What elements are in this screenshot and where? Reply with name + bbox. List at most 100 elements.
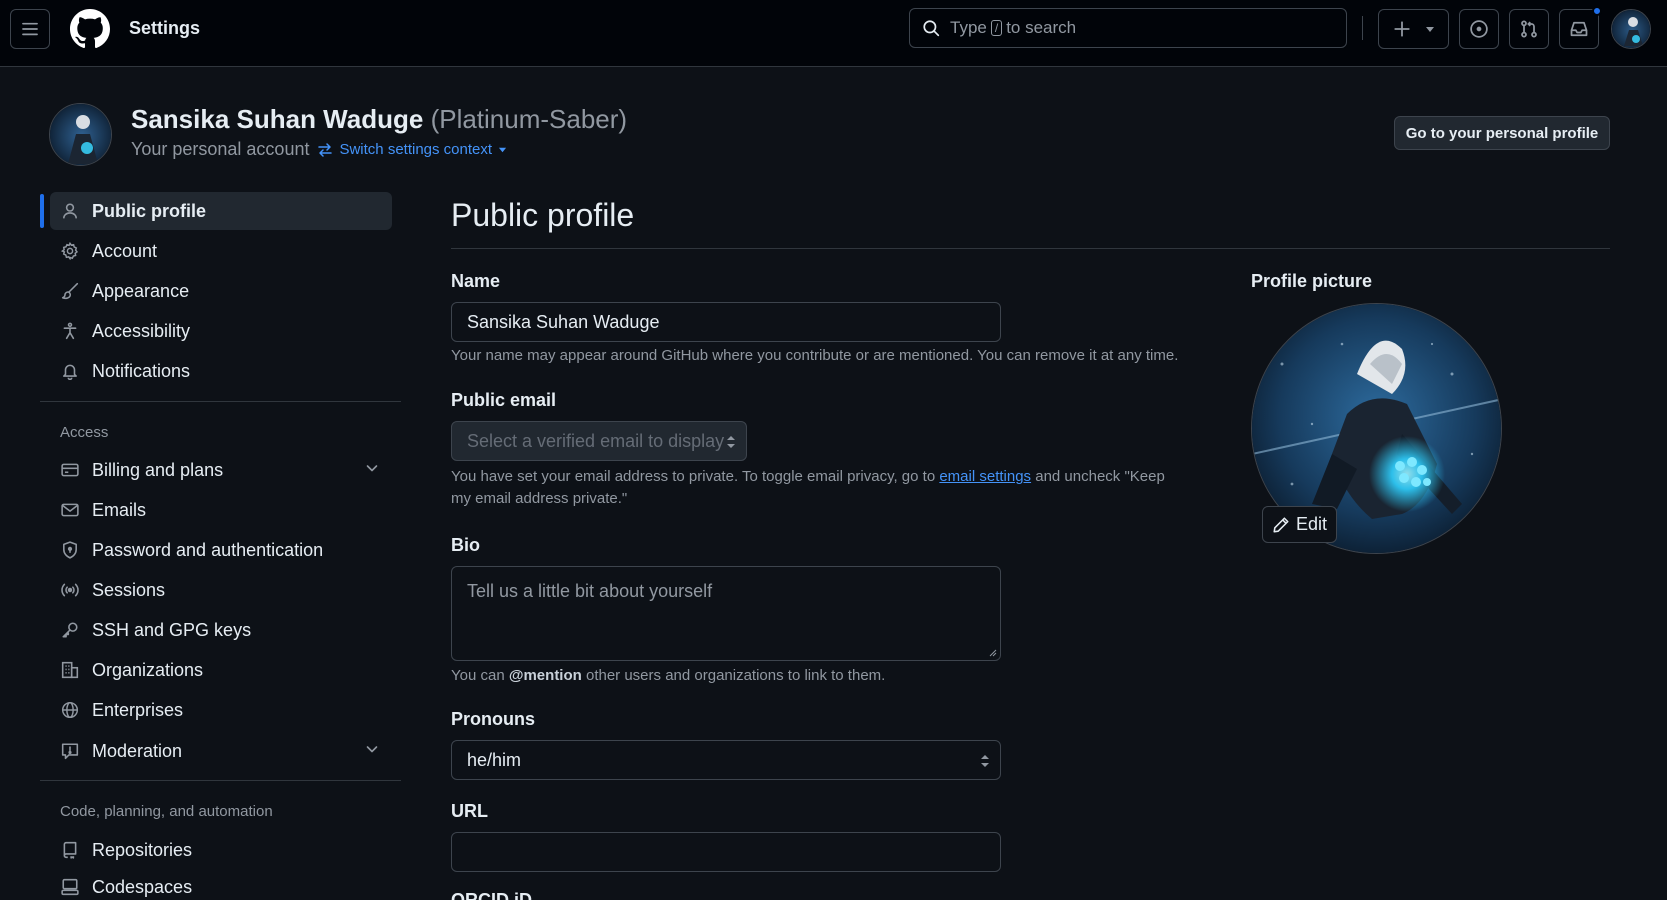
switch-context-label: Switch settings context [339, 141, 493, 158]
search-placeholder-suffix: to search [1006, 18, 1077, 37]
sidebar-item-organizations[interactable]: Organizations [50, 651, 392, 689]
search-input[interactable]: Type / to search [909, 8, 1347, 48]
search-shortcut-key: / [990, 20, 1003, 36]
triangle-down-icon [1425, 24, 1435, 34]
public-email-select[interactable]: Select a verified email to display [451, 421, 747, 461]
sidebar-item-repositories[interactable]: Repositories [50, 831, 392, 869]
pronouns-value: he/him [467, 749, 522, 770]
sidebar-item-label: Repositories [92, 839, 193, 860]
arrow-switch-icon [317, 142, 333, 158]
resize-grip-icon[interactable] [989, 649, 997, 657]
account-display-name: Sansika Suhan Waduge [131, 104, 424, 134]
hamburger-icon [21, 20, 39, 38]
bio-placeholder: Tell us a little bit about yourself [467, 581, 713, 601]
report-icon [60, 741, 80, 761]
search-placeholder-prefix: Type [950, 18, 987, 37]
sidebar-heading-access: Access [60, 424, 109, 441]
sidebar-item-enterprises[interactable]: Enterprises [50, 691, 392, 729]
accessibility-icon [60, 321, 80, 341]
url-field[interactable] [451, 832, 1001, 872]
sidebar-divider [40, 780, 401, 781]
triangle-down-icon [498, 145, 507, 154]
sidebar-item-password-authentication[interactable]: Password and authentication [50, 531, 392, 569]
sidebar-item-label: SSH and GPG keys [92, 619, 252, 640]
sidebar-item-emails[interactable]: Emails [50, 491, 392, 529]
gear-icon [60, 241, 80, 261]
sidebar-item-label: Password and authentication [92, 539, 324, 560]
search-icon [922, 19, 940, 37]
pronouns-label: Pronouns [451, 709, 535, 729]
mail-icon [60, 500, 80, 520]
plus-icon [1393, 20, 1411, 38]
sidebar-item-moderation[interactable]: Moderation [50, 732, 392, 770]
key-icon [60, 620, 80, 640]
sidebar-item-label: Codespaces [92, 876, 193, 897]
pull-requests-button[interactable] [1509, 9, 1549, 49]
page-title: Public profile [451, 197, 635, 233]
sidebar-item-label: Notifications [92, 360, 191, 381]
sidebar-item-codespaces[interactable]: Codespaces [50, 868, 392, 900]
issues-button[interactable] [1459, 9, 1499, 49]
orcid-label: ORCID iD [451, 890, 532, 900]
email-settings-link[interactable]: email settings [939, 468, 1031, 485]
sidebar-item-label: Moderation [92, 740, 183, 761]
pencil-icon [1272, 516, 1290, 534]
bell-icon [60, 361, 80, 381]
account-name: Sansika Suhan Waduge (Platinum-Saber) [131, 104, 627, 135]
credit-card-icon [60, 460, 80, 480]
edit-picture-button[interactable]: Edit [1262, 506, 1337, 543]
profile-picture-label: Profile picture [1251, 271, 1373, 291]
chevron-down-icon[interactable] [364, 741, 380, 757]
name-help-text: Your name may appear around GitHub where… [451, 347, 1179, 364]
repo-icon [60, 840, 80, 860]
title-divider [451, 248, 1610, 249]
header-divider [1362, 16, 1363, 40]
user-avatar[interactable] [1611, 9, 1651, 49]
sidebar-item-ssh-gpg-keys[interactable]: SSH and GPG keys [50, 611, 392, 649]
create-new-button[interactable] [1378, 9, 1449, 49]
issue-opened-icon [1469, 19, 1489, 39]
sidebar-item-appearance[interactable]: Appearance [50, 272, 392, 310]
chevron-down-icon[interactable] [364, 460, 380, 476]
sidebar-item-billing[interactable]: Billing and plans [50, 451, 392, 489]
sidebar-item-notifications[interactable]: Notifications [50, 352, 392, 390]
sidebar-item-accessibility[interactable]: Accessibility [50, 312, 392, 350]
paintbrush-icon [60, 281, 80, 301]
shield-lock-icon [60, 540, 80, 560]
header-title[interactable]: Settings [129, 18, 200, 39]
go-to-profile-button[interactable]: Go to your personal profile [1394, 116, 1610, 150]
sidebar-divider [40, 401, 401, 402]
broadcast-icon [60, 580, 80, 600]
person-icon [60, 201, 80, 221]
bio-help-before: You can [451, 667, 505, 684]
active-nav-indicator [40, 194, 44, 228]
select-arrows-icon [980, 753, 990, 769]
account-login: (Platinum-Saber) [430, 104, 628, 134]
sidebar-item-label: Appearance [92, 280, 190, 301]
codespaces-icon [60, 877, 80, 897]
context-avatar [49, 103, 112, 166]
organization-icon [60, 660, 80, 680]
email-help-text: You have set your email address to priva… [451, 466, 1186, 510]
inbox-icon [1569, 19, 1589, 39]
bio-textarea[interactable]: Tell us a little bit about yourself [451, 566, 1001, 661]
sidebar-item-label: Enterprises [92, 699, 184, 720]
name-field[interactable]: Sansika Suhan Waduge [451, 302, 1001, 342]
pronouns-select[interactable]: he/him [451, 740, 1001, 780]
sidebar-item-sessions[interactable]: Sessions [50, 571, 392, 609]
bio-label: Bio [451, 535, 480, 555]
sidebar-item-account[interactable]: Account [50, 232, 392, 270]
sidebar-item-public-profile[interactable]: Public profile [50, 192, 392, 230]
switch-context-link[interactable]: Switch settings context [317, 141, 507, 158]
sidebar-item-label: Public profile [92, 200, 207, 221]
github-logo-icon[interactable] [70, 9, 110, 49]
globe-icon [60, 700, 80, 720]
bio-help-mention: @mention [508, 667, 582, 684]
hamburger-menu-button[interactable] [10, 9, 50, 49]
edit-label: Edit [1295, 514, 1328, 534]
sidebar-heading-code: Code, planning, and automation [60, 803, 273, 820]
public-email-placeholder: Select a verified email to display [467, 430, 725, 451]
name-value: Sansika Suhan Waduge [467, 311, 660, 332]
name-label: Name [451, 271, 501, 291]
sidebar-item-label: Account [92, 240, 158, 261]
